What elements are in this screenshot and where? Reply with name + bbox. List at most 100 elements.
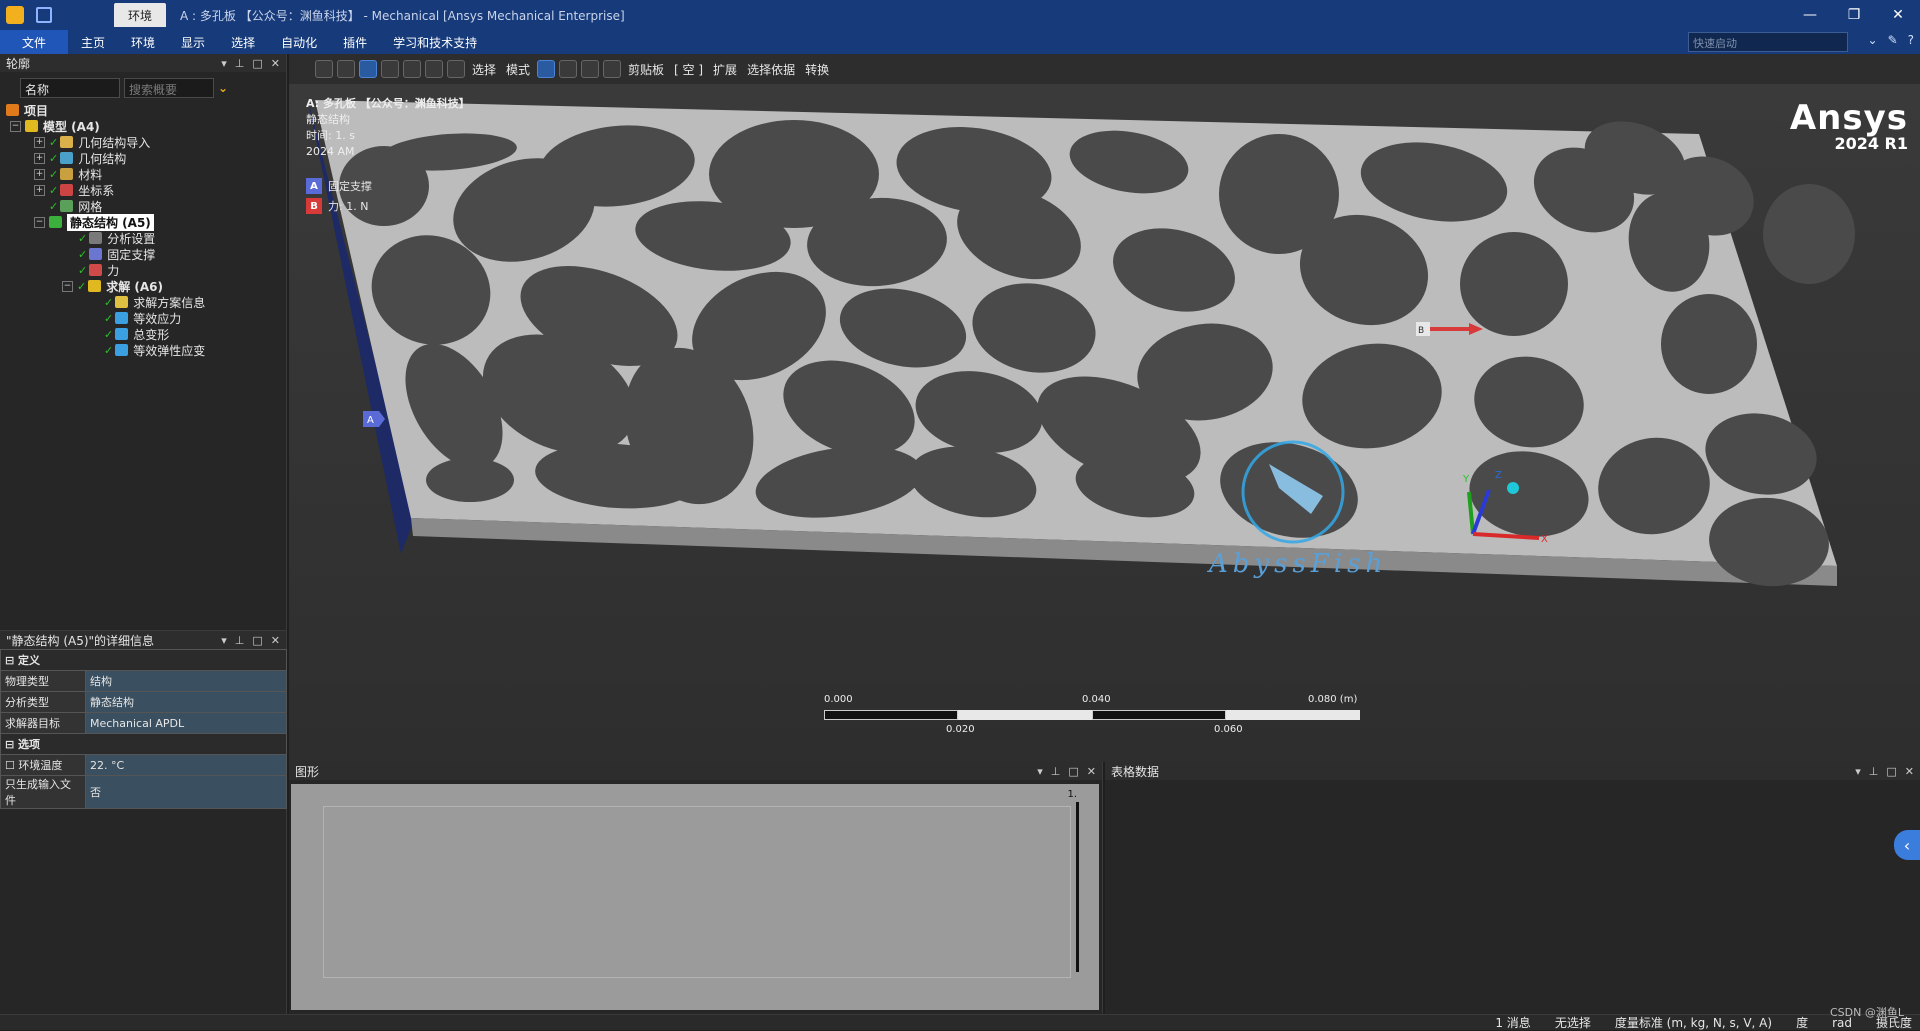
tree-item-equivalent-stress[interactable]: ✓ 等效应力 xyxy=(6,310,286,326)
section-options[interactable]: ⊟ 选项 xyxy=(0,733,287,755)
tree-item-equivalent-elastic-strain[interactable]: ✓ 等效弹性应变 xyxy=(6,342,286,358)
pin-icon[interactable]: ⊥ xyxy=(235,57,245,70)
tree-item-fixed-support[interactable]: ✓ 固定支撑 xyxy=(6,246,286,262)
pin-icon[interactable]: ⊥ xyxy=(1051,765,1061,778)
select-face-icon[interactable] xyxy=(537,60,556,78)
convert-button[interactable]: 转换 xyxy=(802,61,832,78)
tree-item-total-deformation[interactable]: ✓ 总变形 xyxy=(6,326,286,342)
extend-button[interactable]: 扩展 xyxy=(710,61,740,78)
tree-item-static-structural[interactable]: − 静态结构 (A5) xyxy=(6,213,286,231)
close-icon[interactable]: ✕ xyxy=(1087,765,1096,778)
angle-unit[interactable]: 度 xyxy=(1796,1014,1808,1031)
display-mode-icon[interactable] xyxy=(359,60,377,78)
select-vertex-icon[interactable] xyxy=(581,60,600,78)
select-body-icon[interactable] xyxy=(603,60,622,78)
rotate-icon[interactable] xyxy=(403,60,421,78)
minimize-button[interactable]: — xyxy=(1788,0,1832,30)
property-row[interactable]: ☐ 环境温度 22. °C xyxy=(0,754,287,776)
graphics-viewport[interactable]: A B AbyssFish Y Z X A: 多孔板 【公众号：渊鱼科技】 静态… xyxy=(289,84,1920,762)
maximize-icon[interactable]: □ xyxy=(1886,765,1896,778)
analysis-type-value[interactable]: 静态结构 xyxy=(85,691,287,713)
tree-item-project[interactable]: 项目 xyxy=(6,102,286,118)
tab-environment[interactable]: 环境 xyxy=(118,30,168,54)
collapse-icon[interactable]: ⊟ xyxy=(5,738,18,751)
tree-item-coordinate-systems[interactable]: + ✓ 坐标系 xyxy=(6,182,286,198)
collapse-icon[interactable]: − xyxy=(10,120,21,132)
model-view[interactable]: A B AbyssFish Y Z X xyxy=(289,84,1920,762)
wireframe-icon[interactable] xyxy=(381,60,399,78)
tree-item-solution[interactable]: − ✓ 求解 (A6) xyxy=(6,278,286,294)
messages-status[interactable]: 1 消息 xyxy=(1495,1014,1530,1031)
zoom-in-icon[interactable] xyxy=(315,60,333,78)
mode-dropdown[interactable]: 模式 xyxy=(503,61,533,78)
clipboard-button[interactable]: 剪贴板 xyxy=(625,61,667,78)
property-row[interactable]: 物理类型 结构 xyxy=(0,670,287,692)
tab-learning-support[interactable]: 学习和技术支持 xyxy=(380,30,490,54)
expand-icon[interactable]: + xyxy=(34,152,45,164)
maximize-icon[interactable]: □ xyxy=(252,57,262,70)
tab-display[interactable]: 显示 xyxy=(168,30,218,54)
feedback-icon[interactable]: ✎ xyxy=(1888,33,1898,47)
time-marker[interactable] xyxy=(1076,802,1079,972)
context-tab-environment[interactable]: 环境 xyxy=(114,3,167,27)
dropdown-icon[interactable]: ▾ xyxy=(221,57,227,70)
tab-file[interactable]: 文件 xyxy=(0,30,69,54)
expand-icon[interactable]: + xyxy=(34,184,45,196)
property-row[interactable]: 只生成输入文件否 xyxy=(0,775,287,809)
close-button[interactable]: ✕ xyxy=(1876,0,1920,30)
generate-input-only-value[interactable]: 否 xyxy=(85,775,287,809)
quick-launch-input[interactable]: 快速启动 xyxy=(1688,32,1848,52)
app-icon[interactable] xyxy=(6,6,24,24)
select-button[interactable]: 选择 xyxy=(469,61,499,78)
legend-item-force[interactable]: B 力: 1. N xyxy=(306,196,372,216)
tree-item-solution-information[interactable]: ✓ 求解方案信息 xyxy=(6,294,286,310)
tree-item-analysis-settings[interactable]: ✓ 分析设置 xyxy=(6,230,286,246)
tree-item-geometry[interactable]: + ✓ 几何结构 xyxy=(6,150,286,166)
section-definition[interactable]: ⊟ 定义 xyxy=(0,649,287,671)
tree-item-geometry-import[interactable]: + ✓ 几何结构导入 xyxy=(6,134,286,150)
tree-item-force[interactable]: ✓ 力 xyxy=(6,262,286,278)
solver-target-value[interactable]: Mechanical APDL xyxy=(85,712,287,734)
maximize-icon[interactable]: □ xyxy=(1068,765,1078,778)
collapse-icon[interactable]: ⊟ xyxy=(5,654,18,667)
close-icon[interactable]: ✕ xyxy=(271,57,280,70)
dropdown-icon[interactable]: ▾ xyxy=(1855,765,1861,778)
pin-icon[interactable]: ⊥ xyxy=(1869,765,1879,778)
collapse-icon[interactable]: − xyxy=(62,280,73,292)
save-icon[interactable] xyxy=(36,7,52,23)
empty-clipboard-button[interactable]: [ 空 ] xyxy=(671,61,706,78)
select-edge-icon[interactable] xyxy=(559,60,578,78)
expand-icon[interactable]: + xyxy=(34,168,45,180)
zoom-fit-icon[interactable] xyxy=(447,60,465,78)
tab-home[interactable]: 主页 xyxy=(68,30,118,54)
dropdown-icon[interactable]: ▾ xyxy=(1037,765,1043,778)
restore-button[interactable]: ❐ xyxy=(1832,0,1876,30)
select-by-button[interactable]: 选择依据 xyxy=(744,61,798,78)
close-icon[interactable]: ✕ xyxy=(271,634,280,647)
tree-item-mesh[interactable]: ✓ 网格 xyxy=(6,198,286,214)
outline-search-input[interactable]: 搜索概要 xyxy=(124,78,214,98)
property-row[interactable]: 分析类型 静态结构 xyxy=(0,691,287,713)
close-icon[interactable]: ✕ xyxy=(1905,765,1914,778)
property-row[interactable]: 求解器目标 Mechanical APDL xyxy=(0,712,287,734)
name-filter-select[interactable]: 名称 xyxy=(20,78,120,98)
tab-automation[interactable]: 自动化 xyxy=(268,30,330,54)
expand-icon[interactable]: + xyxy=(34,136,45,148)
environment-temperature-value[interactable]: 22. °C xyxy=(85,754,287,776)
unit-system[interactable]: 度量标准 (m, kg, N, s, V, A) xyxy=(1615,1014,1772,1031)
collapse-icon[interactable]: − xyxy=(34,216,45,228)
graph-area[interactable]: 1. xyxy=(291,784,1099,1010)
tab-selection[interactable]: 选择 xyxy=(218,30,268,54)
legend-item-support[interactable]: A 固定支撑 xyxy=(306,176,372,196)
help-icon[interactable]: ? xyxy=(1908,33,1914,47)
checkbox[interactable]: ☐ xyxy=(5,759,18,772)
collapse-side-panel-button[interactable]: ‹ xyxy=(1894,830,1920,860)
filter-icon[interactable]: ⌄ xyxy=(218,81,228,95)
tree-item-model[interactable]: − 模型 (A4) xyxy=(6,118,286,134)
pan-icon[interactable] xyxy=(425,60,443,78)
dropdown-icon[interactable]: ▾ xyxy=(221,634,227,647)
tree-item-materials[interactable]: + ✓ 材料 xyxy=(6,166,286,182)
chevron-down-icon[interactable]: ⌄ xyxy=(1868,33,1878,47)
maximize-icon[interactable]: □ xyxy=(252,634,262,647)
zoom-out-icon[interactable] xyxy=(337,60,355,78)
